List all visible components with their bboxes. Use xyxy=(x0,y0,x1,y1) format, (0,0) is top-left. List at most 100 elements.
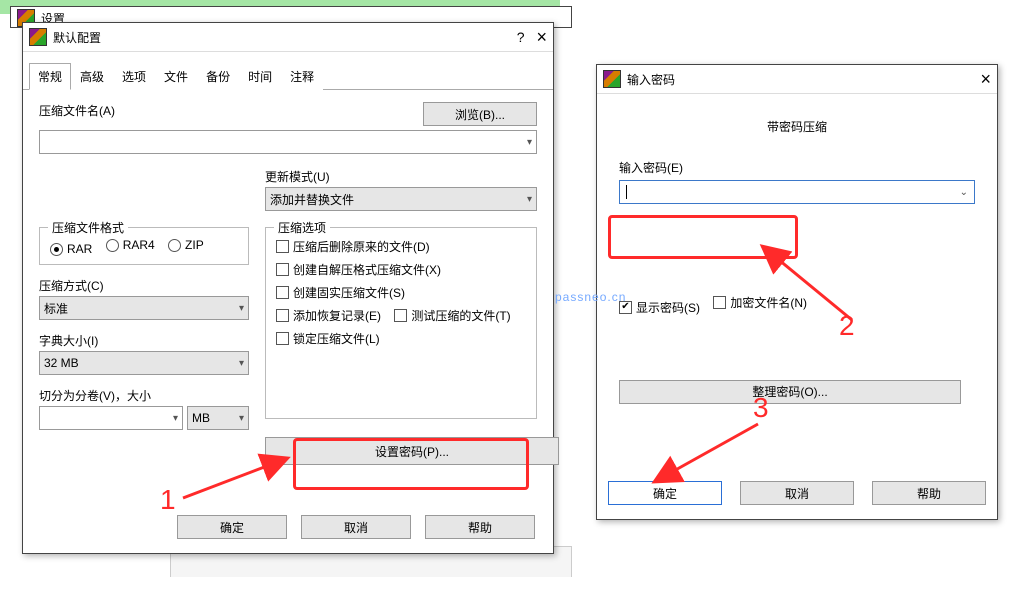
help-label: 帮助 xyxy=(468,519,492,536)
cancel-label: 取消 xyxy=(344,519,368,536)
default-config-window: 默认配置 ? × 常规 高级 选项 文件 备份 时间 注释 压缩文件名(A) 浏… xyxy=(22,22,554,554)
chevron-down-icon: ▾ xyxy=(239,413,244,424)
browse-button[interactable]: 浏览(B)... xyxy=(423,102,537,126)
show-password-check[interactable]: 显示密码(S) xyxy=(619,299,700,316)
method-select[interactable]: 标准 ▾ xyxy=(39,296,249,320)
chevron-down-icon: ▾ xyxy=(527,194,532,205)
tab-advanced[interactable]: 高级 xyxy=(71,63,113,90)
dict-label: 字典大小(I) xyxy=(39,332,249,349)
opt-recovery[interactable]: 添加恢复记录(E) xyxy=(276,307,381,324)
titlebar: 输入密码 × xyxy=(597,65,997,94)
update-mode-label: 更新模式(U) xyxy=(265,168,537,185)
close-icon[interactable]: × xyxy=(980,72,991,86)
close-icon[interactable]: × xyxy=(536,30,547,44)
tab-files[interactable]: 文件 xyxy=(155,63,197,90)
cancel-button[interactable]: 取消 xyxy=(740,481,854,505)
opt-label: 创建固实压缩文件(S) xyxy=(293,284,405,301)
format-rar4[interactable]: RAR4 xyxy=(106,238,155,252)
checkbox-icon xyxy=(276,309,289,322)
options-group-title: 压缩选项 xyxy=(274,219,330,236)
chevron-down-icon: ⌄ xyxy=(960,187,968,198)
checkbox-icon xyxy=(276,240,289,253)
encrypt-names-check[interactable]: 加密文件名(N) xyxy=(713,294,807,311)
radio-icon xyxy=(106,239,119,252)
browse-button-label: 浏览(B)... xyxy=(455,106,505,123)
show-password-label: 显示密码(S) xyxy=(636,299,700,316)
help-label: 帮助 xyxy=(917,485,941,502)
ok-button[interactable]: 确定 xyxy=(608,481,722,505)
opt-label: 锁定压缩文件(L) xyxy=(293,330,380,347)
checkbox-icon xyxy=(713,296,726,309)
tab-comment[interactable]: 注释 xyxy=(281,63,323,90)
dict-select[interactable]: 32 MB ▾ xyxy=(39,351,249,375)
tab-general[interactable]: 常规 xyxy=(29,63,71,90)
tab-backup[interactable]: 备份 xyxy=(197,63,239,90)
cancel-label: 取消 xyxy=(785,485,809,502)
set-password-button[interactable]: 设置密码(P)... xyxy=(265,437,559,465)
format-zip-label: ZIP xyxy=(185,238,204,252)
format-group: 压缩文件格式 RAR RAR4 ZIP xyxy=(39,227,249,265)
tab-time[interactable]: 时间 xyxy=(239,63,281,90)
password-field-label: 输入密码(E) xyxy=(619,159,975,176)
help-button[interactable]: 帮助 xyxy=(425,515,535,539)
encrypt-names-label: 加密文件名(N) xyxy=(730,294,807,311)
organize-passwords-button[interactable]: 整理密码(O)... xyxy=(619,380,961,404)
cancel-button[interactable]: 取消 xyxy=(301,515,411,539)
volume-size-input[interactable]: ▾ xyxy=(39,406,183,430)
chevron-down-icon: ▾ xyxy=(239,358,244,369)
checkbox-icon xyxy=(276,263,289,276)
tab-options[interactable]: 选项 xyxy=(113,63,155,90)
dict-value: 32 MB xyxy=(44,356,79,370)
checkbox-icon xyxy=(276,286,289,299)
checkbox-icon xyxy=(276,332,289,345)
tab-bar: 常规 高级 选项 文件 备份 时间 注释 xyxy=(23,52,553,90)
options-group: 压缩选项 压缩后删除原来的文件(D) 创建自解压格式压缩文件(X) 创建固实压缩… xyxy=(265,227,537,419)
filename-input[interactable]: ▾ xyxy=(39,130,537,154)
password-subtitle: 带密码压缩 xyxy=(619,118,975,135)
ok-button[interactable]: 确定 xyxy=(177,515,287,539)
ok-label: 确定 xyxy=(220,519,244,536)
app-icon xyxy=(29,28,47,46)
opt-solid[interactable]: 创建固实压缩文件(S) xyxy=(276,284,405,301)
opt-delete-after[interactable]: 压缩后删除原来的文件(D) xyxy=(276,238,430,255)
app-icon xyxy=(603,70,621,88)
text-caret xyxy=(626,185,627,199)
help-icon[interactable]: ? xyxy=(517,30,525,44)
update-mode-select[interactable]: 添加并替换文件 ▾ xyxy=(265,187,537,211)
opt-label: 压缩后删除原来的文件(D) xyxy=(293,238,430,255)
chevron-down-icon: ▾ xyxy=(239,303,244,314)
format-rar[interactable]: RAR xyxy=(50,242,92,256)
footer-buttons: 确定 取消 帮助 xyxy=(597,481,997,505)
chevron-down-icon: ▾ xyxy=(173,413,178,424)
method-label: 压缩方式(C) xyxy=(39,277,249,294)
format-rar-label: RAR xyxy=(67,242,92,256)
opt-sfx[interactable]: 创建自解压格式压缩文件(X) xyxy=(276,261,441,278)
update-mode-value: 添加并替换文件 xyxy=(270,191,354,208)
format-group-title: 压缩文件格式 xyxy=(48,219,128,236)
set-password-label: 设置密码(P)... xyxy=(375,443,449,460)
help-button[interactable]: 帮助 xyxy=(872,481,986,505)
chevron-down-icon: ▾ xyxy=(527,137,532,148)
titlebar: 默认配置 ? × xyxy=(23,23,553,52)
opt-test[interactable]: 测试压缩的文件(T) xyxy=(394,307,510,324)
format-rar4-label: RAR4 xyxy=(123,238,155,252)
password-input[interactable]: ⌄ xyxy=(619,180,975,204)
window-title: 输入密码 xyxy=(627,71,675,88)
window-title: 默认配置 xyxy=(53,29,101,46)
method-value: 标准 xyxy=(44,300,68,317)
volume-unit-value: MB xyxy=(192,411,210,425)
volume-label: 切分为分卷(V)，大小 xyxy=(39,387,249,404)
filename-label: 压缩文件名(A) xyxy=(39,102,413,119)
opt-label: 测试压缩的文件(T) xyxy=(411,307,510,324)
organize-label: 整理密码(O)... xyxy=(752,383,827,400)
ok-label: 确定 xyxy=(653,485,677,502)
opt-lock[interactable]: 锁定压缩文件(L) xyxy=(276,330,380,347)
footer-buttons: 确定 取消 帮助 xyxy=(177,515,535,539)
opt-label: 创建自解压格式压缩文件(X) xyxy=(293,261,441,278)
volume-unit-select[interactable]: MB ▾ xyxy=(187,406,249,430)
checkbox-icon xyxy=(394,309,407,322)
format-zip[interactable]: ZIP xyxy=(168,238,204,252)
checkbox-icon xyxy=(619,301,632,314)
radio-icon xyxy=(168,239,181,252)
opt-label: 添加恢复记录(E) xyxy=(293,307,381,324)
